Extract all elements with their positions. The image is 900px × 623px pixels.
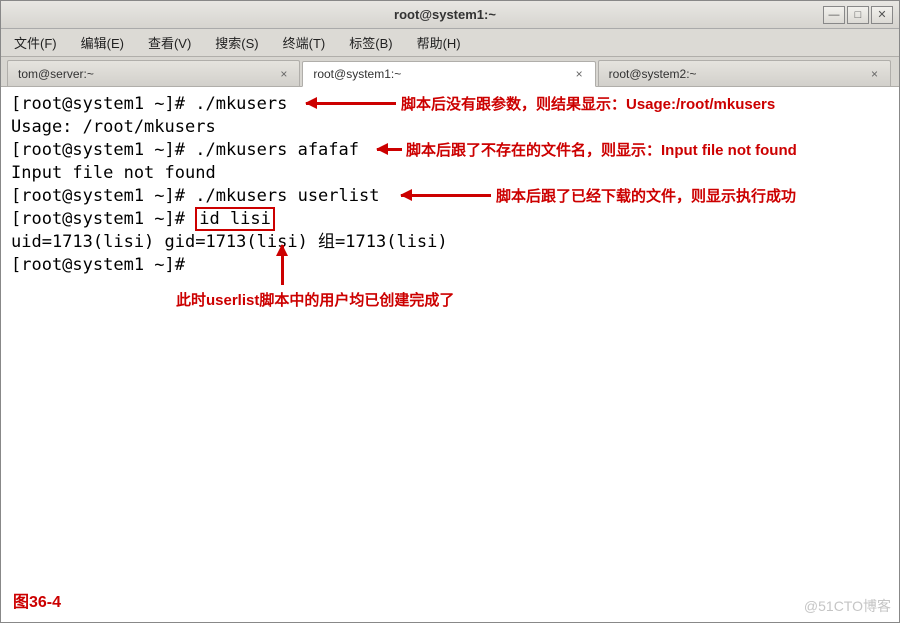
arrow-icon <box>306 102 396 105</box>
menu-file[interactable]: 文件(F) <box>9 30 62 55</box>
terminal-line: [root@system1 ~]# id lisi <box>11 208 889 231</box>
terminal-area[interactable]: [root@system1 ~]# ./mkusers Usage: /root… <box>1 87 899 622</box>
figure-label: 图36-4 <box>13 591 61 614</box>
window-title: root@system1:~ <box>67 7 823 22</box>
close-icon[interactable]: × <box>574 67 585 81</box>
arrow-icon <box>281 245 284 285</box>
watermark: @51CTO博客 <box>804 595 891 618</box>
tabbar: tom@server:~ × root@system1:~ × root@sys… <box>1 57 899 87</box>
menubar: 文件(F) 编辑(E) 查看(V) 搜索(S) 终端(T) 标签(B) 帮助(H… <box>1 29 899 57</box>
titlebar: root@system1:~ — □ ✕ <box>1 1 899 29</box>
annotation-not-found: 脚本后跟了不存在的文件名，则显示：Input file not found <box>406 139 797 162</box>
menu-tabs[interactable]: 标签(B) <box>344 30 397 55</box>
tab-root-system2[interactable]: root@system2:~ × <box>598 60 891 86</box>
menu-help[interactable]: 帮助(H) <box>412 30 466 55</box>
arrow-icon <box>401 194 491 197</box>
annotation-no-args: 脚本后没有跟参数，则结果显示：Usage:/root/mkusers <box>401 93 775 116</box>
menu-terminal[interactable]: 终端(T) <box>278 30 331 55</box>
terminal-line: [root@system1 ~]# <box>11 254 889 277</box>
highlighted-command: id lisi <box>195 207 275 231</box>
annotation-users-created: 此时userlist脚本中的用户均已创建完成了 <box>176 289 454 312</box>
close-button[interactable]: ✕ <box>871 6 893 24</box>
menu-view[interactable]: 查看(V) <box>143 30 196 55</box>
maximize-button[interactable]: □ <box>847 6 869 24</box>
close-icon[interactable]: × <box>869 67 880 81</box>
tab-label: root@system2:~ <box>609 67 697 81</box>
annotation-success: 脚本后跟了已经下载的文件，则显示执行成功 <box>496 185 796 208</box>
arrow-icon <box>377 148 402 151</box>
tab-tom-server[interactable]: tom@server:~ × <box>7 60 300 86</box>
terminal-line: uid=1713(lisi) gid=1713(lisi) 组=1713(lis… <box>11 231 889 254</box>
tab-label: root@system1:~ <box>313 67 401 81</box>
tab-label: tom@server:~ <box>18 67 94 81</box>
tab-root-system1[interactable]: root@system1:~ × <box>302 61 595 87</box>
terminal-line: Input file not found <box>11 162 889 185</box>
menu-edit[interactable]: 编辑(E) <box>76 30 129 55</box>
menu-search[interactable]: 搜索(S) <box>210 30 263 55</box>
close-icon[interactable]: × <box>278 67 289 81</box>
minimize-button[interactable]: — <box>823 6 845 24</box>
terminal-line: Usage: /root/mkusers <box>11 116 889 139</box>
